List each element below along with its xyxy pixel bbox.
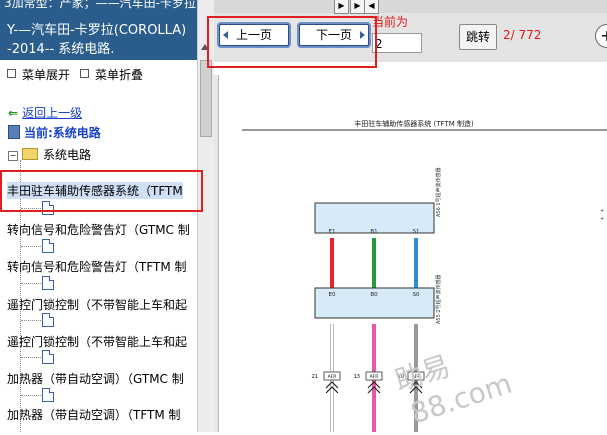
current-page-label: 当前为 xyxy=(372,15,409,29)
tree-scrollbar[interactable] xyxy=(197,0,214,432)
side-mark: + xyxy=(600,208,604,214)
back-link[interactable]: 返回上一级 xyxy=(22,106,82,120)
connector-num: 13 xyxy=(354,374,360,380)
folder-icon xyxy=(22,148,38,160)
skip-icon[interactable]: ▶ xyxy=(350,0,365,14)
toolbar-ribbon: ▶ ▶ ◀ xyxy=(214,0,607,14)
sensor-1-label: A56 1号超声波传感器 xyxy=(435,167,442,217)
last-page-icon[interactable]: ◀ xyxy=(364,0,379,14)
pin-label: B1 xyxy=(370,229,377,235)
left-triangle-icon xyxy=(223,31,228,39)
back-arrow-icon: ⇐ xyxy=(8,106,19,120)
zoom-in-icon[interactable]: + xyxy=(595,24,607,48)
right-triangle-icon xyxy=(360,31,365,39)
connector-label: AFR xyxy=(370,374,379,380)
current-label: 当前:系统电路 xyxy=(24,126,101,140)
doc-icon[interactable] xyxy=(42,239,54,253)
scroll-thumb[interactable] xyxy=(200,60,212,137)
pin-label: S1 xyxy=(413,229,420,235)
pin-label: S0 xyxy=(413,292,420,298)
tree-item[interactable]: 转向信号和危险警告灯（GTMC 制 xyxy=(7,221,190,238)
page-count: 2/ 772 xyxy=(503,28,542,42)
back-row: ⇐ 返回上一级 xyxy=(8,104,82,121)
doc-icon[interactable] xyxy=(42,276,54,290)
doc-icon[interactable] xyxy=(42,350,54,364)
connector-label: AFR xyxy=(328,374,337,380)
pin-label: B0 xyxy=(370,292,378,298)
tree-item-selected[interactable]: 丰田驻车辅助传感器系统（TFTM xyxy=(7,182,183,199)
tree-item[interactable]: 加热器（带自动空调）（TFTM 制 xyxy=(7,406,181,423)
tree-item[interactable]: 转向信号和危险警告灯（TFTM 制 xyxy=(7,258,187,275)
jump-button[interactable]: 跳转 xyxy=(459,24,497,50)
expand-icon xyxy=(7,69,16,78)
tree-header-top: 3加常型：产家；——汽车田-卡罗拉(COROLLA)-2014 xyxy=(4,0,197,10)
tree-title-line2: -2014-- 系统电路. xyxy=(7,42,115,57)
next-page-button[interactable]: 下一页 xyxy=(299,24,369,46)
sensor-2-label: A55 2号超声波传感器 xyxy=(435,274,442,324)
tree-panel: 3加常型：产家；——汽车田-卡罗拉(COROLLA)-2014 Y-—汽车田-卡… xyxy=(0,0,197,432)
doc-icon[interactable] xyxy=(42,388,54,402)
pin-label: E0 xyxy=(329,292,336,298)
scroll-up-arrow-icon[interactable] xyxy=(201,44,209,50)
current-location: 当前:系统电路 xyxy=(8,124,101,141)
tree-header: 3加常型：产家；——汽车田-卡罗拉(COROLLA)-2014 Y-—汽车田-卡… xyxy=(0,0,197,60)
first-page-icon[interactable]: ▶ xyxy=(334,0,349,14)
connector-num: 21 xyxy=(312,374,318,380)
menu-row: 菜单展开 菜单折叠 xyxy=(7,66,143,83)
menu-expand-link[interactable]: 菜单展开 xyxy=(22,68,70,82)
collapse-icon xyxy=(80,69,90,78)
prev-page-button[interactable]: 上一页 xyxy=(219,24,289,46)
doc-icon[interactable] xyxy=(42,201,54,215)
page-number-input[interactable]: 2 xyxy=(372,33,422,53)
menu-collapse-link[interactable]: 菜单折叠 xyxy=(95,68,143,82)
tree-item[interactable]: 加热器（带自动空调）（GTMC 制 xyxy=(7,370,184,387)
side-mark: + xyxy=(600,216,604,222)
tree-title-line1: Y-—汽车田-卡罗拉(COROLLA) xyxy=(7,23,187,38)
folder-label: 系统电路 xyxy=(43,148,92,162)
pin-label: E1 xyxy=(329,229,336,235)
collapse-node-icon[interactable]: − xyxy=(8,151,18,161)
doc-icon[interactable] xyxy=(42,313,54,327)
tree-item[interactable]: 遥控门锁控制（不带智能上车和起 xyxy=(7,296,187,313)
diagram-title: 丰田驻车辅助传感器系统 (TFTM 制造) xyxy=(354,119,474,128)
page-toolbar: ▶ ▶ ◀ 上一页 下一页 当前为 2 跳转 2/ 772 + xyxy=(214,0,607,62)
wiring-diagram: 丰田驻车辅助传感器系统 (TFTM 制造) E1 B1 S1 A56 1号超声波… xyxy=(214,62,607,432)
book-icon xyxy=(8,125,20,139)
tree-item[interactable]: 遥控门锁控制（不带智能上车和起 xyxy=(7,333,187,350)
